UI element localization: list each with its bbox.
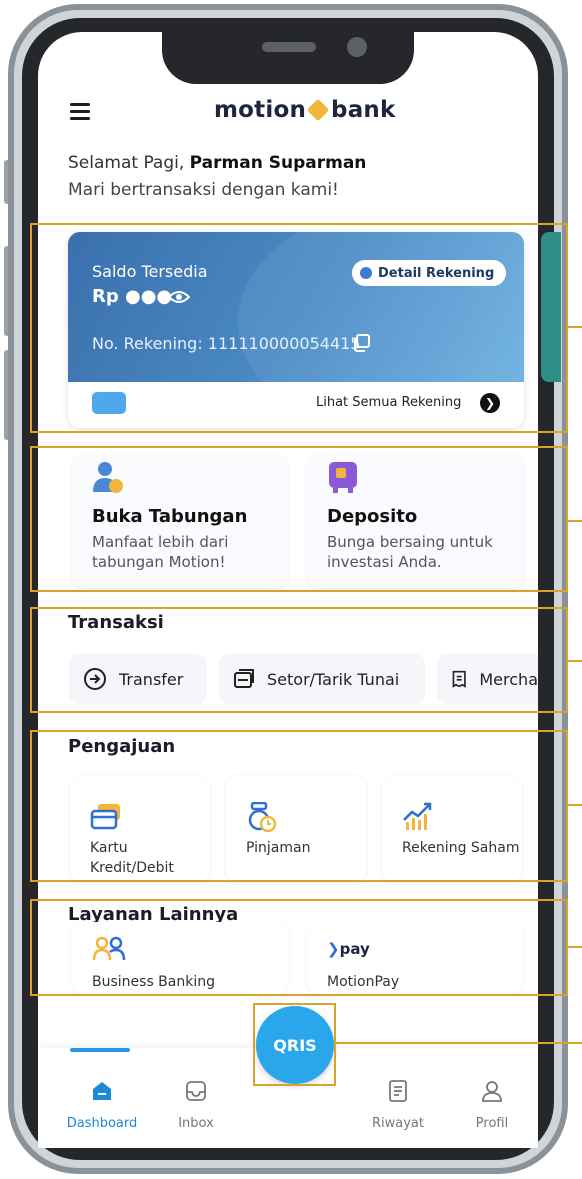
nav-label: Profil bbox=[475, 1116, 509, 1131]
history-icon bbox=[389, 1080, 407, 1102]
nav-riwayat[interactable]: Riwayat bbox=[358, 1080, 438, 1131]
logo-text-right: bank bbox=[331, 97, 396, 123]
user-name: Parman Suparman bbox=[189, 153, 367, 173]
nav-dashboard[interactable]: Dashboard bbox=[62, 1080, 142, 1131]
inbox-icon bbox=[186, 1081, 206, 1101]
highlight-qris bbox=[253, 1003, 336, 1086]
nav-inbox[interactable]: Inbox bbox=[156, 1080, 236, 1131]
nav-label: Dashboard bbox=[66, 1116, 138, 1131]
active-tab-indicator bbox=[70, 1048, 130, 1052]
highlight-transaksi bbox=[30, 607, 568, 713]
greeting-salutation: Selamat Pagi, bbox=[68, 153, 185, 173]
highlight-pengajuan bbox=[30, 730, 568, 882]
greeting-subtitle: Mari bertransaksi dengan kami! bbox=[68, 180, 339, 200]
greeting: Selamat Pagi, Parman Suparman bbox=[68, 153, 366, 173]
front-camera bbox=[347, 37, 367, 57]
app-logo: motion bank bbox=[214, 97, 396, 123]
highlight-connector bbox=[566, 946, 582, 948]
highlight-connector bbox=[566, 804, 582, 806]
menu-icon[interactable] bbox=[70, 103, 90, 121]
home-icon bbox=[93, 1082, 111, 1100]
highlight-account-card bbox=[30, 223, 568, 433]
logo-text-left: motion bbox=[214, 97, 307, 123]
highlight-promos bbox=[30, 446, 568, 592]
highlight-connector bbox=[336, 1042, 582, 1044]
nav-profil[interactable]: Profil bbox=[452, 1080, 532, 1131]
nav-label: Riwayat bbox=[372, 1116, 424, 1131]
highlight-layanan bbox=[30, 899, 568, 996]
logo-diamond-icon bbox=[306, 98, 330, 121]
nav-label: Inbox bbox=[178, 1116, 214, 1131]
profile-icon bbox=[482, 1081, 502, 1102]
speaker bbox=[262, 42, 316, 52]
highlight-connector bbox=[566, 326, 582, 328]
highlight-connector bbox=[566, 520, 582, 522]
highlight-connector bbox=[566, 660, 582, 662]
